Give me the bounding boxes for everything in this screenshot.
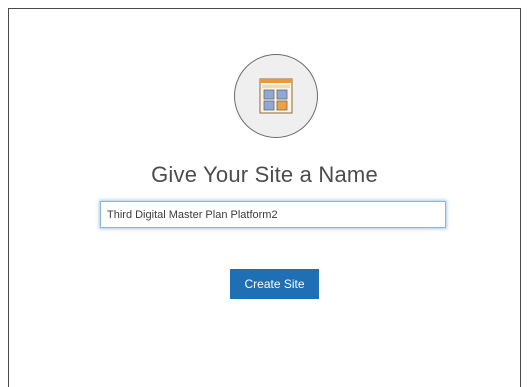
site-name-input[interactable] (100, 201, 446, 228)
dialog-title: Give Your Site a Name (151, 162, 378, 187)
create-site-button[interactable]: Create Site (230, 269, 319, 299)
create-site-dialog: Give Your Site a Name Create Site (8, 8, 521, 387)
site-layout-icon (234, 54, 318, 138)
